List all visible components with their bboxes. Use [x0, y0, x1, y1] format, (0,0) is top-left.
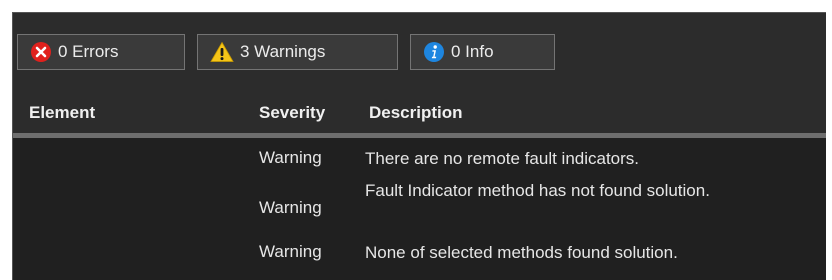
warnings-filter-label: 3 Warnings — [240, 42, 326, 61]
table-row[interactable]: Warning Fault Indicator method has not f… — [13, 180, 826, 236]
column-header-severity[interactable]: Severity — [259, 103, 325, 123]
column-header-description[interactable]: Description — [369, 103, 463, 123]
warnings-filter-button[interactable]: 3 Warnings — [197, 34, 398, 70]
description-cell: Fault Indicator method has not found sol… — [365, 181, 710, 200]
info-icon — [423, 41, 445, 63]
severity-cell: Warning — [259, 148, 322, 167]
errors-filter-button[interactable]: 0 Errors — [17, 34, 185, 70]
table-row[interactable]: Warning None of selected methods found s… — [13, 242, 826, 270]
column-header-element[interactable]: Element — [29, 103, 95, 123]
severity-cell: Warning — [259, 242, 322, 261]
error-icon — [30, 41, 52, 63]
error-list-panel: 0 Errors 3 Warnings 0 Info Element Sever… — [12, 12, 826, 280]
info-filter-label: 0 Info — [451, 42, 494, 61]
description-cell: None of selected methods found solution. — [365, 243, 678, 262]
description-cell: There are no remote fault indicators. — [365, 149, 640, 168]
filter-toolbar: 0 Errors 3 Warnings 0 Info — [17, 34, 555, 72]
table-row[interactable]: Warning There are no remote fault indica… — [13, 148, 826, 176]
info-filter-button[interactable]: 0 Info — [410, 34, 555, 70]
table-body: Warning There are no remote fault indica… — [13, 138, 826, 280]
warning-icon — [210, 41, 234, 63]
errors-filter-label: 0 Errors — [58, 42, 119, 61]
severity-cell: Warning — [259, 198, 322, 217]
